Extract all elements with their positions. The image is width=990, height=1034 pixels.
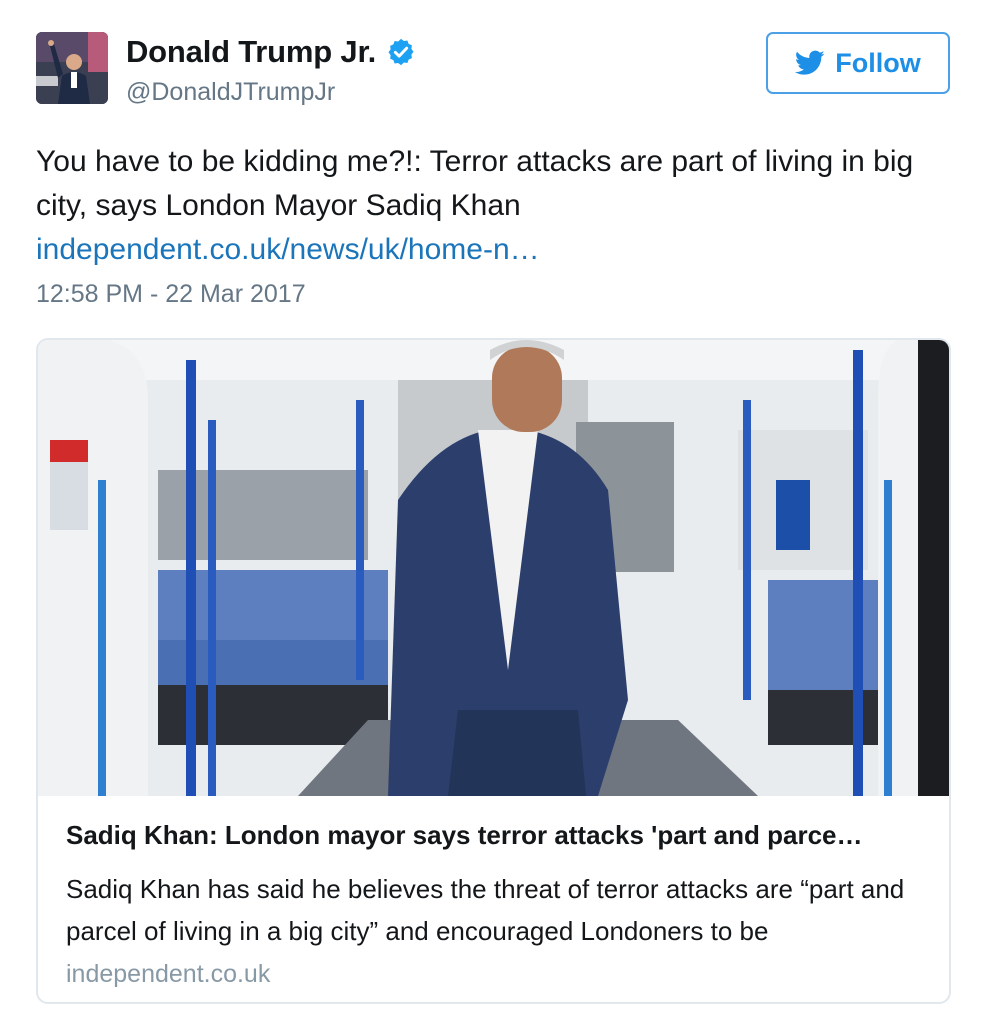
avatar-image [36,32,108,104]
display-name[interactable]: Donald Trump Jr. [126,34,376,70]
card-title: Sadiq Khan: London mayor says terror att… [66,820,863,850]
card-body: Sadiq Khan: London mayor says terror att… [66,818,926,989]
tweet-link[interactable]: independent.co.uk/news/uk/home-n… [36,228,946,272]
handle[interactable]: @DonaldJTrumpJr [126,78,335,107]
card-domain: independent.co.uk [66,960,271,988]
twitter-bird-icon [795,50,825,75]
follow-button[interactable]: Follow [766,32,950,94]
tweet: Donald Trump Jr. @DonaldJTrumpJr Follow … [0,0,990,1034]
follow-label: Follow [835,47,921,78]
card-image [38,340,949,796]
tweet-text: You have to be kidding me?!: Terror atta… [36,145,914,222]
timestamp[interactable]: 12:58 PM - 22 Mar 2017 [36,280,306,309]
card-description: Sadiq Khan has said he believes the thre… [66,874,905,946]
verified-badge-icon [388,38,414,66]
card-photo [38,340,949,796]
name-row: Donald Trump Jr. [126,34,416,70]
avatar[interactable] [36,32,108,104]
tweet-text-block: You have to be kidding me?!: Terror atta… [36,140,946,272]
link-card[interactable]: Sadiq Khan: London mayor says terror att… [36,338,951,1004]
